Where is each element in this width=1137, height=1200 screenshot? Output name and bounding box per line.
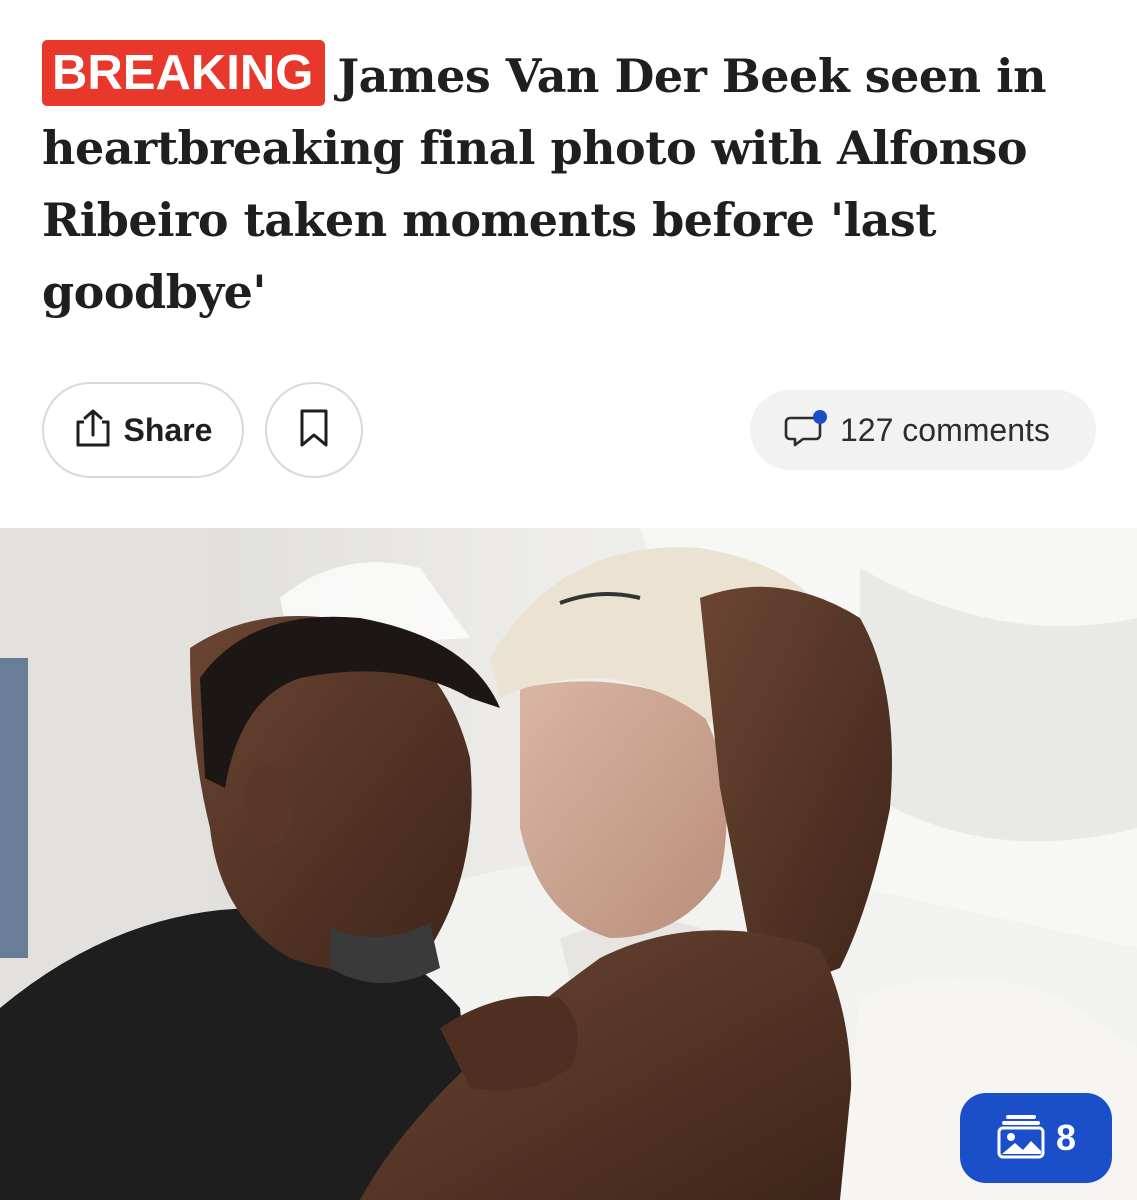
bookmark-button[interactable] (265, 382, 363, 478)
article-headline: BREAKING James Van Der Beek seen in heart… (42, 40, 1102, 328)
notification-dot (813, 409, 827, 424)
article-photo[interactable] (0, 528, 1137, 1200)
comments-button[interactable]: 127 comments (750, 390, 1096, 470)
comment-bubble-icon (784, 408, 828, 453)
share-icon (74, 408, 112, 453)
share-label: Share (123, 411, 213, 448)
bookmark-icon (299, 408, 329, 453)
gallery-count: 8 (1055, 1117, 1077, 1158)
breaking-badge: BREAKING (42, 40, 326, 106)
gallery-button[interactable]: 8 (960, 1093, 1112, 1183)
gallery-icon (996, 1113, 1046, 1164)
share-button[interactable]: Share (42, 382, 244, 478)
comments-count: 127 comments (840, 411, 1050, 448)
